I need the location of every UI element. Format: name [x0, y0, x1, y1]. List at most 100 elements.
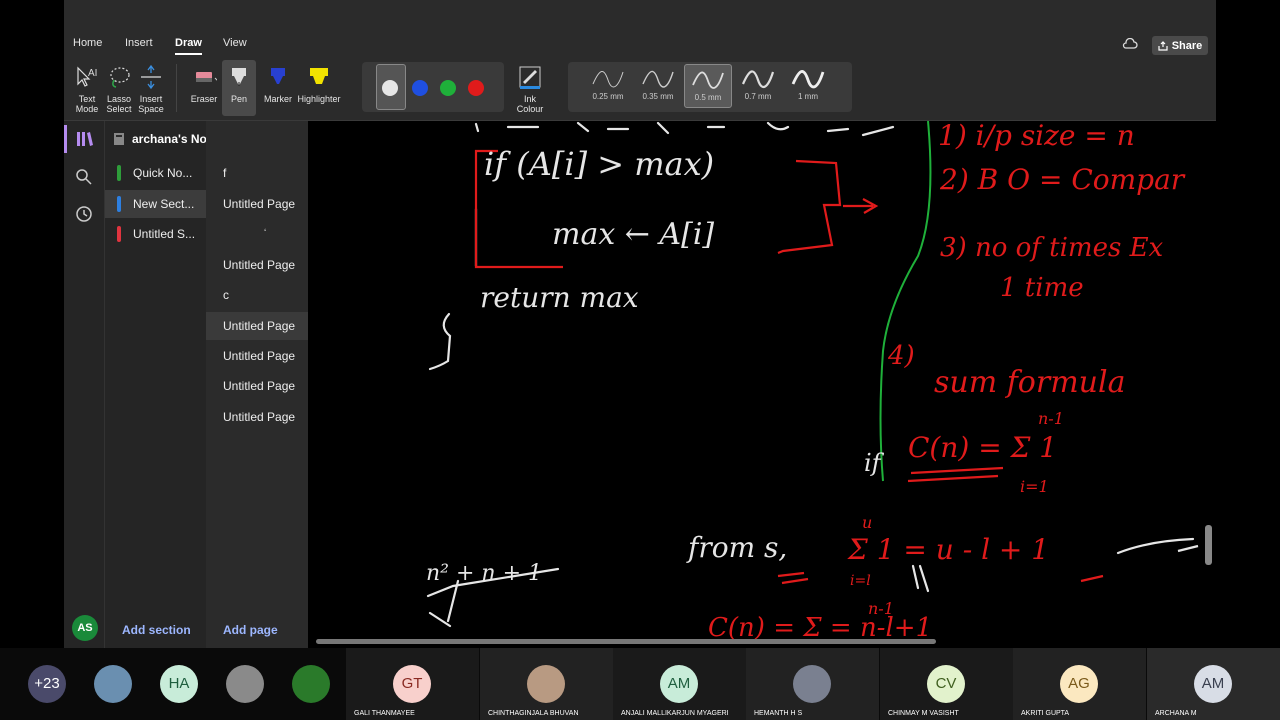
participant-tile[interactable]: HA — [146, 648, 212, 720]
marker-button[interactable]: Marker — [258, 60, 298, 116]
ink-canvas[interactable]: if (A[i] > max) max ← A[i] return max n²… — [308, 121, 1216, 648]
ink-text-note-2: 2) B O = Compar — [940, 163, 1185, 196]
participant-tile[interactable]: CHINTHAGINJALA BHUVAN — [480, 648, 613, 720]
thickness-07[interactable]: 0.7 mm — [734, 64, 782, 108]
thickness-025[interactable]: 0.25 mm — [584, 64, 632, 108]
search-icon[interactable] — [72, 165, 96, 189]
section-new-section[interactable]: New Sect... — [105, 190, 207, 218]
page-item[interactable]: Untitled Page — [206, 372, 308, 400]
page-label: Untitled Page — [223, 319, 296, 333]
notebooks-icon[interactable] — [72, 127, 96, 151]
page-item[interactable]: c — [206, 281, 308, 309]
active-indicator — [64, 125, 67, 153]
tab-draw[interactable]: Draw — [175, 37, 202, 55]
page-item-selected[interactable]: Untitled Page — [206, 312, 308, 340]
thickness-05[interactable]: 0.5 mm — [684, 64, 732, 108]
page-label: Untitled Page — [223, 349, 296, 363]
ink-text-note-3: 3) no of times Ex — [940, 233, 1164, 263]
vertical-scrollbar[interactable] — [1205, 525, 1212, 565]
participant-avatar: AG — [1060, 665, 1098, 703]
add-page-button[interactable]: Add page — [223, 623, 278, 637]
page-item[interactable]: Untitled Page — [206, 251, 308, 279]
ink-text-return: return max — [480, 281, 639, 314]
participant-name: GALI THANMAYEE — [354, 710, 415, 717]
text-mode-label-1: Text — [78, 94, 96, 104]
share-label: Share — [1171, 39, 1203, 52]
participant-tile[interactable]: CV CHINMAY M VASISHT — [880, 648, 1013, 720]
add-section-button[interactable]: Add section — [122, 623, 191, 637]
page-item[interactable]: Untitled Page — [206, 342, 308, 370]
ink-colour-button[interactable]: Ink Colour — [508, 60, 552, 116]
thickness-label: 0.35 mm — [642, 92, 674, 101]
thickness-label: 0.7 mm — [744, 92, 772, 101]
pen-icon — [232, 68, 246, 86]
ink-colour-label-1: Ink — [523, 94, 536, 104]
share-button[interactable]: Share — [1152, 36, 1208, 55]
ink-text-if-small: if — [864, 449, 881, 477]
eraser-button[interactable]: Eraser — [184, 60, 224, 116]
eraser-label: Eraser — [190, 94, 218, 104]
participant-name: ANJALI MALLIKARJUN MYAGERI — [621, 710, 729, 717]
marker-icon — [271, 68, 285, 84]
page-item[interactable]: Untitled Page — [206, 403, 308, 431]
cloud-sync-icon[interactable] — [1122, 38, 1138, 50]
participant-avatar — [94, 665, 132, 703]
participant-tile[interactable] — [212, 648, 278, 720]
ribbon-separator — [176, 64, 177, 112]
insert-space-icon — [141, 64, 161, 90]
participant-avatar: HA — [160, 665, 198, 703]
page-label: Untitled Page — [223, 258, 296, 272]
tab-view[interactable]: View — [223, 37, 247, 49]
horizontal-scrollbar[interactable] — [316, 639, 936, 644]
participant-name: CHINTHAGINJALA BHUVAN — [488, 710, 579, 717]
highlighter-button[interactable]: Highlighter — [294, 60, 344, 116]
section-color-bar — [117, 226, 121, 242]
navigation-rail: AS — [64, 121, 104, 648]
participant-tile[interactable]: HEMANTH H S — [746, 648, 879, 720]
participant-tile[interactable]: AM ARCHANA M — [1147, 648, 1280, 720]
participant-tile[interactable]: AG AKRITI GUPTA — [1013, 648, 1146, 720]
participant-avatar — [527, 665, 565, 703]
page-label: c — [223, 288, 229, 302]
insert-space-button[interactable]: Insert Space — [131, 60, 171, 116]
color-blue[interactable] — [412, 80, 428, 96]
text-mode-label-2: Mode — [75, 104, 99, 114]
participant-avatar: GT — [393, 665, 431, 703]
tab-home[interactable]: Home — [73, 37, 102, 49]
tab-insert[interactable]: Insert — [125, 37, 153, 49]
color-green[interactable] — [440, 80, 456, 96]
color-white[interactable] — [382, 80, 398, 96]
thickness-1[interactable]: 1 mm — [784, 64, 832, 108]
color-red[interactable] — [468, 80, 484, 96]
pages-pane: f Untitled Page ʻ Untitled Page c Untitl… — [206, 121, 308, 648]
participant-avatar: +23 — [28, 665, 66, 703]
ink-text-from: from s, — [688, 531, 788, 564]
section-quick-notes[interactable]: Quick No... — [105, 159, 207, 187]
ink-text-note-4: 1 time — [1000, 273, 1084, 303]
thickness-stroke-icon — [592, 71, 624, 88]
participant-tile[interactable] — [80, 648, 146, 720]
thickness-stroke-icon — [741, 70, 775, 89]
section-label: New Sect... — [133, 197, 195, 211]
thickness-label: 1 mm — [798, 92, 818, 101]
ink-text-note-5: 4) — [888, 341, 915, 371]
participant-overflow[interactable]: +23 — [0, 648, 80, 720]
thickness-stroke-icon — [642, 70, 674, 88]
participant-avatar — [793, 665, 831, 703]
page-item[interactable]: ʻ — [206, 220, 308, 248]
recent-clock-icon[interactable] — [72, 202, 96, 226]
participant-name: AKRITI GUPTA — [1021, 710, 1070, 717]
participant-avatar: AM — [660, 665, 698, 703]
participant-tile[interactable]: GT GALI THANMAYEE — [346, 648, 479, 720]
page-item[interactable]: Untitled Page — [206, 190, 308, 218]
pen-button[interactable]: Pen — [222, 60, 256, 116]
participant-tile[interactable] — [278, 648, 346, 720]
share-icon — [1158, 40, 1168, 51]
svg-text:AI: AI — [88, 68, 97, 79]
avatar[interactable]: AS — [72, 615, 98, 641]
page-item[interactable]: f — [206, 159, 308, 187]
participant-tile[interactable]: AM ANJALI MALLIKARJUN MYAGERI — [613, 648, 746, 720]
thickness-035[interactable]: 0.35 mm — [634, 64, 682, 108]
section-untitled[interactable]: Untitled S... — [105, 220, 207, 248]
page-label: Untitled Page — [223, 379, 296, 393]
